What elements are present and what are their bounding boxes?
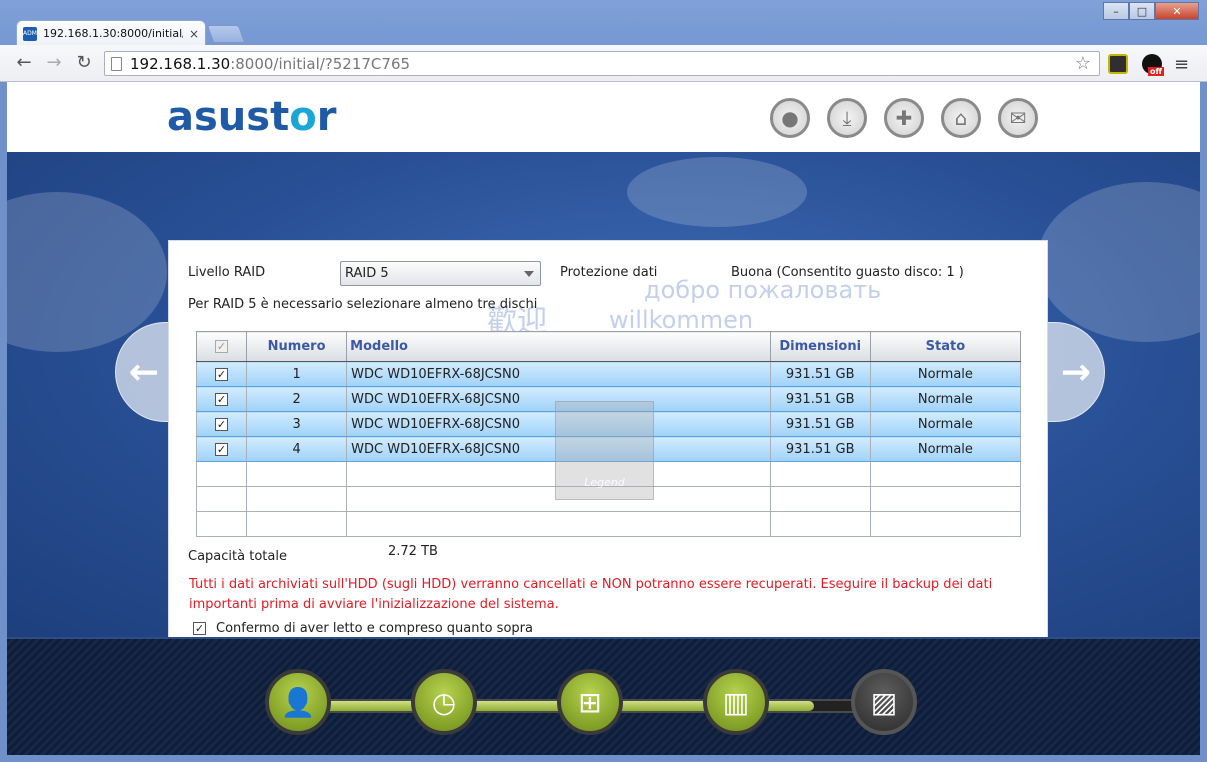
confirm-checkbox[interactable]: ✓ (193, 622, 206, 635)
bookmark-star-icon[interactable]: ☆ (1075, 53, 1091, 74)
url-host: 192.168.1.30 (130, 54, 231, 73)
raid-setup-panel: добро пожаловать willkommen 歡迎 Livello R… (168, 240, 1048, 690)
capacity-label: Capacità totale (188, 549, 287, 564)
confirm-row[interactable]: ✓ Confermo di aver letto e compreso quan… (193, 621, 533, 636)
select-all-header[interactable]: ✓ (195, 331, 248, 362)
step-disk-icon[interactable]: ▨ (851, 669, 917, 735)
url-path: :8000/initial/?5217C765 (230, 54, 411, 73)
chevron-down-icon (524, 271, 534, 277)
disk-model: WDC WD10EFRX-68JCSN0 (346, 361, 771, 387)
select-all-checkbox[interactable]: ✓ (215, 340, 229, 353)
browser-chrome: ADM 192.168.1.30:8000/initial/?5 × – □ ✕… (0, 0, 1207, 82)
close-window-button[interactable]: ✕ (1155, 2, 1199, 20)
wizard-progress: 👤 ◷ ⊞ ▥ ▨ (7, 637, 1200, 755)
disk-number: 2 (246, 386, 348, 412)
browser-tab[interactable]: ADM 192.168.1.30:8000/initial/?5 × (16, 20, 206, 46)
asustor-logo: asustor (167, 94, 337, 140)
disk-number: 1 (246, 361, 348, 387)
disk-status: Normale (869, 361, 1022, 387)
window-controls: – □ ✕ (1103, 2, 1199, 20)
raid-level-select[interactable]: RAID 5 (340, 261, 541, 286)
disk-number: 4 (246, 436, 348, 462)
disk-status: Normale (869, 436, 1022, 462)
column-number: Numero (246, 331, 348, 362)
minimize-button[interactable]: – (1103, 2, 1129, 20)
ghost-welcome-text: добро пожаловать (644, 276, 882, 304)
raid-hint-text: Per RAID 5 è necessario selezionare alme… (188, 297, 538, 312)
download-icon[interactable]: ⤓ (827, 98, 867, 138)
disk-checkbox[interactable]: ✓ (215, 417, 229, 431)
mail-icon[interactable]: ✉ (998, 98, 1038, 138)
disk-checkbox[interactable]: ✓ (215, 367, 229, 381)
page-icon (111, 56, 122, 71)
tab-title: 192.168.1.30:8000/initial/?5 (43, 27, 183, 40)
data-protection-value: Buona (Consentito guasto disco: 1 ) (731, 265, 964, 280)
next-step-button[interactable]: → (1047, 322, 1105, 422)
table-row[interactable]: ✓ 1 WDC WD10EFRX-68JCSN0 931.51 GB Norma… (195, 361, 1022, 387)
browser-menu-icon[interactable]: ≡ (1174, 54, 1189, 75)
asustor-favicon-icon: ADM (23, 26, 37, 41)
watermark-logo: Legend (555, 401, 654, 500)
page-header: asustor ● ⤓ ✚ ⌂ ✉ (7, 82, 1200, 152)
forward-button[interactable]: → (44, 53, 64, 73)
previous-step-button[interactable]: ← (115, 322, 173, 422)
disk-size: 931.51 GB (769, 361, 871, 387)
new-tab-button[interactable] (206, 25, 246, 43)
chat-icon[interactable]: ● (770, 98, 810, 138)
app-icon[interactable]: ✚ (884, 98, 924, 138)
empty-row (195, 511, 1022, 537)
extension-icon[interactable] (1108, 54, 1128, 74)
row-select-cell[interactable]: ✓ (195, 436, 248, 462)
row-select-cell[interactable]: ✓ (195, 361, 248, 387)
capacity-value: 2.72 TB (388, 544, 438, 559)
step-storage-icon[interactable]: ▥ (703, 669, 769, 735)
disk-number: 3 (246, 411, 348, 437)
step-user-icon[interactable]: 👤 (265, 669, 331, 735)
page-content: asustor ● ⤓ ✚ ⌂ ✉ ← → добро пожаловать w… (7, 82, 1200, 755)
arrow-left-icon: ← (128, 351, 160, 393)
cloud-decoration (627, 157, 807, 227)
disk-size: 931.51 GB (769, 411, 871, 437)
disk-status: Normale (869, 411, 1022, 437)
data-protection-label: Protezione dati (560, 265, 658, 280)
row-select-cell[interactable]: ✓ (195, 411, 248, 437)
tab-close-icon[interactable]: × (189, 27, 199, 41)
raid-level-label: Livello RAID (188, 265, 266, 280)
reload-button[interactable]: ↻ (74, 53, 94, 73)
table-header-row: ✓ Numero Modello Dimensioni Stato (195, 331, 1022, 362)
bank-icon[interactable]: ⌂ (941, 98, 981, 138)
disk-checkbox[interactable]: ✓ (215, 442, 229, 456)
extension-badge: off (1148, 67, 1164, 76)
cloud-decoration (1037, 182, 1200, 342)
warning-message: Tutti i dati archiviati sull'HDD (sugli … (189, 577, 993, 612)
step-network-icon[interactable]: ⊞ (557, 669, 623, 735)
back-button[interactable]: ← (14, 53, 34, 73)
disk-status: Normale (869, 386, 1022, 412)
setup-background: ← → добро пожаловать willkommen 歡迎 Livel… (7, 152, 1200, 690)
column-status: Stato (869, 331, 1022, 362)
row-select-cell[interactable]: ✓ (195, 386, 248, 412)
column-size: Dimensioni (769, 331, 871, 362)
disk-size: 931.51 GB (769, 386, 871, 412)
maximize-button[interactable]: □ (1129, 2, 1155, 20)
ghost-welcome-text: willkommen (609, 306, 754, 334)
browser-toolbar: ← → ↻ 192.168.1.30 :8000/initial/?5217C7… (0, 45, 1207, 82)
disk-checkbox[interactable]: ✓ (215, 392, 229, 406)
step-clock-icon[interactable]: ◷ (411, 669, 477, 735)
address-bar[interactable]: 192.168.1.30 :8000/initial/?5217C765 ☆ (104, 51, 1100, 76)
raid-level-value: RAID 5 (345, 266, 389, 281)
confirm-label: Confermo di aver letto e compreso quanto… (216, 621, 533, 636)
column-model: Modello (346, 331, 771, 362)
disk-size: 931.51 GB (769, 436, 871, 462)
arrow-right-icon: → (1060, 351, 1092, 393)
